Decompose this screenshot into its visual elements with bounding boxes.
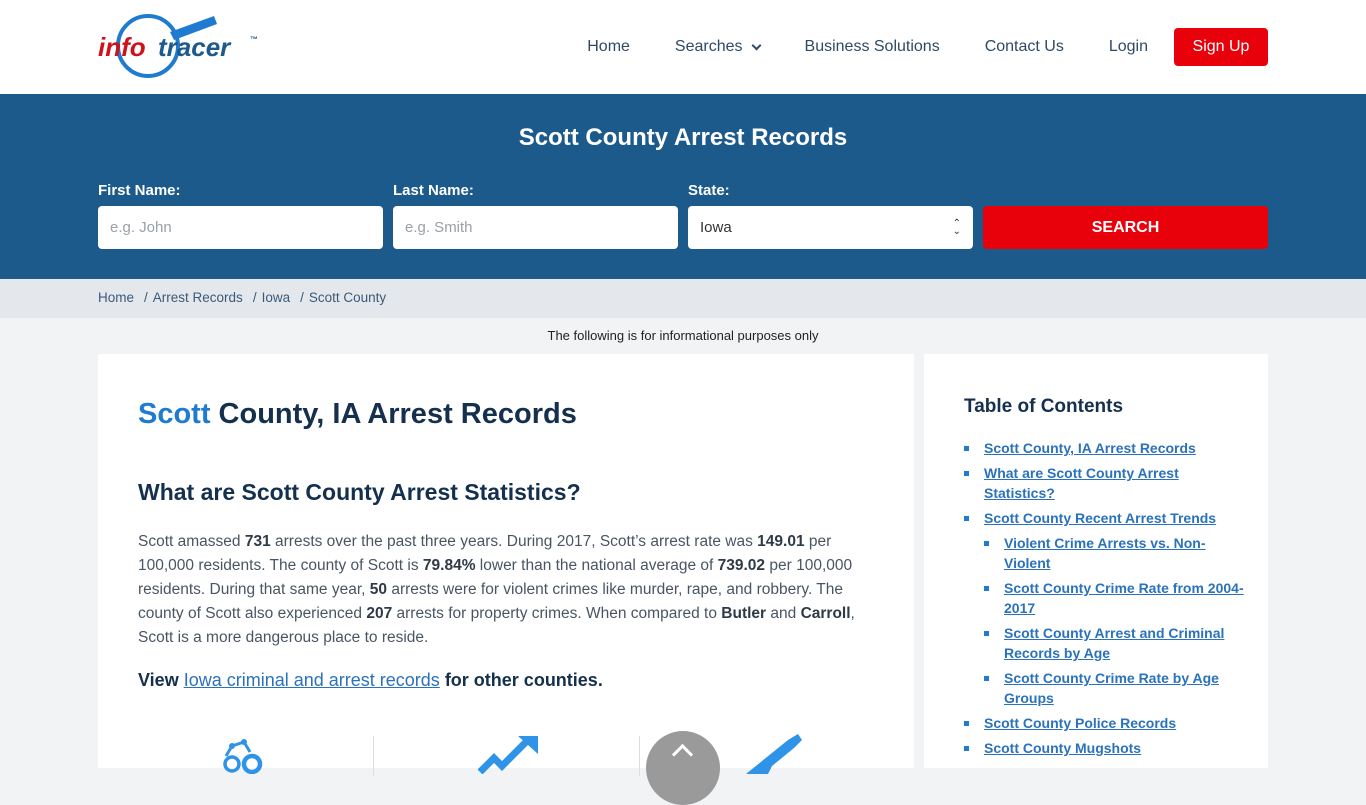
toc-link[interactable]: Scott County Arrest and Criminal Records… [1004, 625, 1224, 661]
toc-item: What are Scott County Arrest Statistics? [964, 463, 1244, 503]
toc-link[interactable]: Scott County Crime Rate by Age Groups [1004, 670, 1219, 706]
icon-divider [373, 736, 374, 776]
icon-divider [639, 736, 640, 776]
gun-icon [746, 734, 802, 774]
informational-notice: The following is for informational purpo… [547, 328, 819, 343]
toc-item: Scott County Police Records [964, 713, 1244, 733]
infotracer-logo[interactable]: info tracer ™ [96, 12, 266, 82]
nav-contact-us[interactable]: Contact Us [985, 38, 1064, 56]
toc-link[interactable]: What are Scott County Arrest Statistics? [984, 465, 1179, 501]
scroll-to-top-button[interactable] [646, 731, 720, 805]
state-select[interactable]: Iowa ⌃ ⌄ [688, 206, 973, 249]
breadcrumb-separator: / [252, 290, 257, 305]
first-name-input[interactable] [98, 206, 383, 249]
toc-title: Table of Contents [964, 396, 1124, 417]
sign-up-button[interactable]: Sign Up [1174, 28, 1268, 66]
state-selected-value: Iowa [700, 219, 732, 236]
search-button[interactable]: SEARCH [983, 206, 1268, 249]
toc-link[interactable]: Scott County Crime Rate from 2004-2017 [1004, 580, 1244, 616]
toc-link[interactable]: Scott County, IA Arrest Records [984, 440, 1196, 456]
county-heading-rest: County, IA Arrest Records [210, 398, 577, 430]
national-average-value: 739.02 [717, 557, 766, 574]
toc-subitem: Scott County Arrest and Criminal Records… [984, 623, 1244, 663]
chevron-down-icon [751, 40, 761, 50]
county-name-accent: Scott [138, 398, 211, 430]
breadcrumb-separator: / [144, 290, 148, 305]
view-other-counties: View Iowa criminal and arrest records fo… [138, 670, 603, 690]
last-name-label: Last Name: [393, 182, 474, 199]
stat-icons-row [138, 730, 858, 776]
toc-item: Scott County Mugshots [964, 738, 1244, 758]
toc-list: Scott County, IA Arrest Records What are… [964, 438, 1244, 763]
nav-searches[interactable]: Searches [674, 38, 761, 56]
statistics-paragraph: Scott amassed 731 arrests over the past … [138, 533, 855, 646]
last-name-input[interactable] [393, 206, 678, 249]
logo-tm-text: ™ [250, 35, 258, 44]
state-label: State: [688, 182, 730, 199]
table-of-contents: Table of Contents Scott County, IA Arres… [924, 354, 1268, 768]
handcuffs-icon [223, 739, 263, 774]
main-content-card: Scott County, IA Arrest Records What are… [98, 354, 914, 776]
logo-tracer-text: tracer [158, 32, 232, 62]
breadcrumb-arrest-records[interactable]: Arrest Records [153, 290, 243, 305]
breadcrumb-current: Scott County [308, 290, 387, 305]
toc-link[interactable]: Scott County Police Records [984, 715, 1176, 731]
nav-login[interactable]: Login [1109, 38, 1148, 56]
nav-login-label: Login [1108, 38, 1148, 55]
toc-link[interactable]: Violent Crime Arrests vs. Non-Violent [1004, 535, 1206, 571]
breadcrumb-iowa[interactable]: Iowa [262, 290, 291, 305]
arrest-rate-value: 149.01 [757, 533, 805, 550]
compare-county-2: Carroll [800, 605, 851, 622]
property-arrests-value: 207 [366, 605, 393, 622]
nav-contact-label: Contact Us [984, 38, 1064, 55]
main-nav: Home Searches Business Solutions Contact… [587, 28, 1268, 66]
total-arrests-value: 731 [244, 533, 271, 550]
nav-business-label: Business Solutions [804, 38, 940, 55]
site-header: info tracer ™ Home Searches Business Sol… [0, 0, 1366, 94]
percent-lower-value: 79.84% [422, 557, 476, 574]
breadcrumb-separator: / [300, 290, 304, 305]
iowa-records-link[interactable]: Iowa criminal and arrest records [184, 670, 440, 690]
nav-home[interactable]: Home [587, 38, 630, 56]
violent-arrests-value: 50 [369, 581, 388, 598]
breadcrumb-home[interactable]: Home [98, 290, 134, 305]
select-arrows-icon: ⌃ ⌄ [952, 217, 961, 237]
page-title: Scott County Arrest Records [518, 124, 848, 151]
nav-home-label: Home [587, 38, 630, 55]
first-name-label: First Name: [98, 182, 181, 199]
toc-subitem: Scott County Crime Rate by Age Groups [984, 668, 1244, 708]
statistics-heading: What are Scott County Arrest Statistics? [138, 479, 581, 505]
nav-business-solutions[interactable]: Business Solutions [805, 38, 940, 56]
toc-link[interactable]: Scott County Recent Arrest Trends [984, 510, 1216, 526]
county-heading: Scott County, IA Arrest Records [138, 398, 577, 431]
trend-up-icon [478, 736, 538, 774]
toc-item: Scott County Recent Arrest Trends [964, 508, 1244, 528]
nav-searches-label: Searches [674, 38, 743, 55]
logo-info-text: info [98, 32, 146, 62]
compare-county-1: Butler [721, 605, 767, 622]
toc-subitem: Scott County Crime Rate from 2004-2017 [984, 578, 1244, 618]
breadcrumb-bar: Home / Arrest Records / Iowa / Scott Cou… [0, 279, 1366, 318]
toc-item: Scott County, IA Arrest Records [964, 438, 1244, 458]
search-hero: Scott County Arrest Records First Name: … [0, 94, 1366, 279]
chevron-up-icon [671, 743, 694, 766]
toc-link[interactable]: Scott County Mugshots [984, 740, 1141, 756]
magnifier-logo-icon: info tracer ™ [98, 14, 258, 78]
breadcrumb: Home / Arrest Records / Iowa / Scott Cou… [98, 290, 386, 305]
toc-subitem: Violent Crime Arrests vs. Non-Violent [984, 533, 1244, 573]
